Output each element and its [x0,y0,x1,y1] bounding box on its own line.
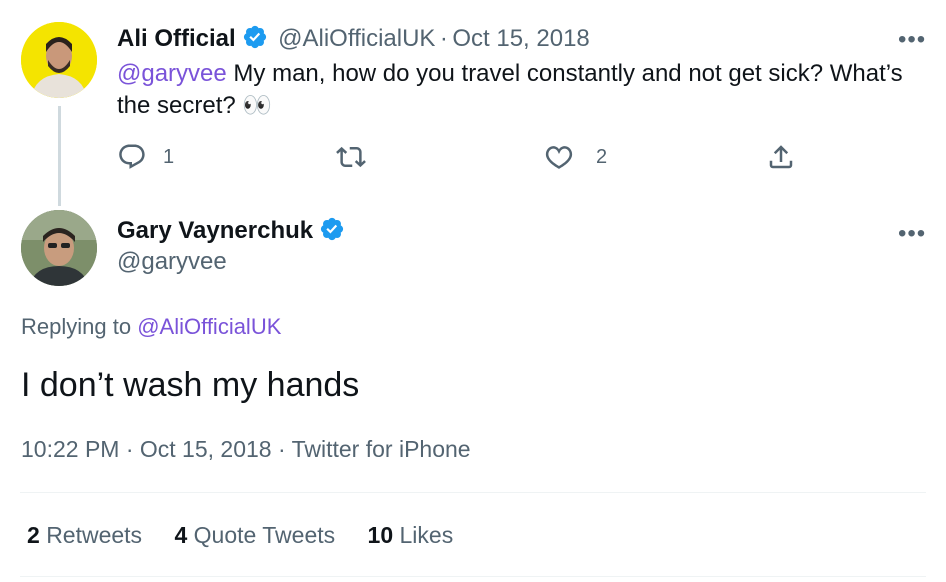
parent-text-line1: My man, how do you travel constantly and… [226,60,903,87]
parent-author-name[interactable]: Ali Official [117,25,236,52]
tweet-stats: 2 Retweets 4 Quote Tweets 10 Likes [27,522,453,549]
retweets-stat[interactable]: 2 Retweets [27,522,142,548]
verified-icon [321,217,344,241]
likes-stat[interactable]: 10 Likes [368,522,454,548]
tweet-meta[interactable]: 10:22 PM · Oct 15, 2018 · Twitter for iP… [21,436,471,463]
like-button[interactable]: 2 [544,142,607,172]
like-count: 2 [596,145,608,168]
replying-to: Replying to @AliOfficialUK [21,314,281,340]
heart-icon [545,146,573,169]
main-header-name: Gary Vaynerchuk [117,216,345,245]
divider [20,492,926,493]
main-more-button[interactable]: ••• [898,220,926,248]
retweet-button[interactable] [336,142,366,172]
reply-button[interactable]: 1 [117,142,174,172]
parent-tweet-text: @garyvee My man, how do you travel const… [117,58,917,122]
replying-to-link[interactable]: @AliOfficialUK [137,314,281,339]
avatar-ali[interactable] [21,22,97,98]
parent-handle[interactable]: @AliOfficialUK [278,25,435,52]
parent-text-line2: the secret? 👀 [117,92,273,119]
likes-count: 10 [367,522,394,548]
reply-icon [119,144,145,169]
parent-date[interactable]: Oct 15, 2018 [452,25,589,52]
main-handle[interactable]: @garyvee [117,248,227,276]
share-button[interactable] [766,142,796,172]
mention-link[interactable]: @garyvee [117,60,227,87]
quotes-count: 4 [174,522,188,548]
retweet-icon [336,146,366,168]
avatar-gary-image [21,210,97,286]
quotes-label: Quote Tweets [193,522,336,548]
main-tweet-text: I don’t wash my hands [21,366,360,404]
parent-header: Ali Official @AliOfficialUK · Oct 15, 20… [117,24,590,53]
separator: · [439,25,448,52]
likes-label: Likes [399,522,454,548]
retweets-count: 2 [27,522,40,548]
main-author-name[interactable]: Gary Vaynerchuk [117,217,313,244]
avatar-ali-image [21,22,97,98]
share-icon [769,145,793,169]
thread-line [58,106,61,206]
avatar-gary[interactable] [21,210,97,286]
divider [20,576,926,577]
verified-icon [243,25,266,49]
replying-prefix: Replying to [21,314,132,339]
quotes-stat[interactable]: 4 Quote Tweets [174,522,335,548]
retweets-label: Retweets [46,522,143,548]
reply-count: 1 [163,145,175,168]
parent-more-button[interactable]: ••• [898,26,926,54]
